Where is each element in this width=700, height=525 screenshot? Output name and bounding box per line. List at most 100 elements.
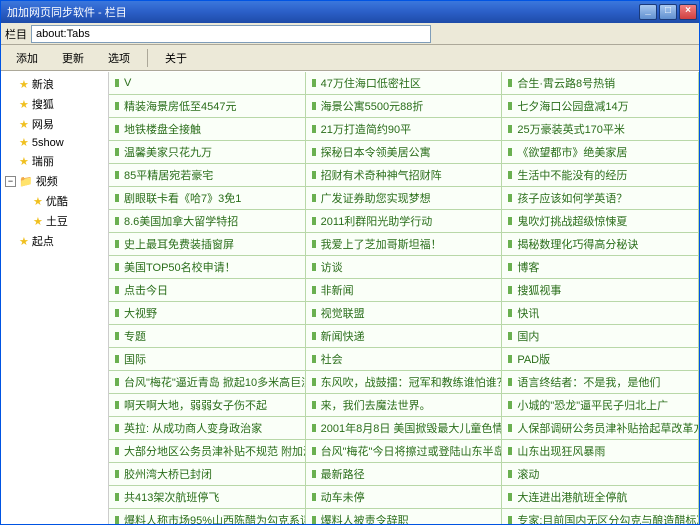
bullet-icon	[312, 424, 316, 432]
headline-cell[interactable]: 专题	[109, 325, 306, 348]
headline-cell[interactable]: 剧眼联卡看《哈7》3免1	[109, 187, 306, 210]
headline-cell[interactable]: 小城的"恐龙"逼平民子归北上广	[502, 394, 699, 417]
headline-text: 非新闻	[321, 282, 354, 298]
headline-cell[interactable]: 语言终结者：不是我，是他们	[502, 371, 699, 394]
headline-cell[interactable]: 2001年8月8日 美国掀毁最大儿童色情网站	[306, 417, 503, 440]
headline-cell[interactable]: 台风"梅花"逼近青岛 掀起10多米高巨浪	[109, 371, 306, 394]
headline-cell[interactable]: 啊天啊大地，弱弱女子伤不起	[109, 394, 306, 417]
sidebar-item-1[interactable]: ★搜狐	[3, 94, 106, 114]
headline-cell[interactable]: 合生·霄云路8号热销	[502, 72, 699, 95]
headline-cell[interactable]: 胶州湾大桥已封闭	[109, 463, 306, 486]
headline-cell[interactable]: 社会	[306, 348, 503, 371]
headline-cell[interactable]: 海景公寓5500元88折	[306, 95, 503, 118]
sidebar-item-6[interactable]: ★优酷	[3, 191, 106, 211]
headline-cell[interactable]: 生活中不能没有的经历	[502, 164, 699, 187]
bullet-icon	[115, 286, 119, 294]
headline-cell[interactable]: 专家:目前国内无区分勾克与酿造醋标准	[502, 509, 699, 524]
headline-cell[interactable]: 大视野	[109, 302, 306, 325]
tree-toggle-icon[interactable]: −	[5, 176, 16, 187]
bullet-icon	[115, 424, 119, 432]
headline-cell[interactable]: 访谈	[306, 256, 503, 279]
headline-grid: V 47万住海口低密社区 合生·霄云路8号热销精装海景房低至4547元海景公寓550…	[109, 72, 699, 524]
headline-cell[interactable]: 来，我们去魔法世界。	[306, 394, 503, 417]
headline-cell[interactable]: 国内	[502, 325, 699, 348]
headline-text: 47万住海口低密社区	[321, 75, 421, 91]
headline-text: 鬼吹灯挑战超级惊悚夏	[517, 213, 627, 229]
headline-cell[interactable]: 我爱上了芝加哥斯坦福！	[306, 233, 503, 256]
bullet-icon	[312, 332, 316, 340]
headline-cell[interactable]: 精装海景房低至4547元	[109, 95, 306, 118]
headline-cell[interactable]: 2011利群阳光助学行动	[306, 210, 503, 233]
headline-cell[interactable]: 人保部调研公务员津补贴拾起草改革方案	[502, 417, 699, 440]
sidebar-item-8[interactable]: ★起点	[3, 231, 106, 251]
bullet-icon	[508, 332, 512, 340]
bullet-icon	[115, 148, 119, 156]
headline-cell[interactable]: 鬼吹灯挑战超级惊悚夏	[502, 210, 699, 233]
headline-cell[interactable]: 大连进出港航班全停航	[502, 486, 699, 509]
headline-cell[interactable]: PAD版	[502, 348, 699, 371]
address-input[interactable]	[31, 25, 431, 43]
update-button[interactable]: 更新	[51, 47, 95, 69]
headline-cell[interactable]: 台风"梅花"今日将擦过或登陆山东半岛	[306, 440, 503, 463]
sidebar-item-5[interactable]: −📁视频	[3, 171, 106, 191]
headline-text: 85平精居宛若豪宅	[124, 167, 213, 183]
options-button[interactable]: 选项	[97, 47, 141, 69]
headline-cell[interactable]: 大部分地区公务员津补贴不规范 附加津补贴	[109, 440, 306, 463]
headline-cell[interactable]: 山东出现狂风暴雨	[502, 440, 699, 463]
headline-text: 快讯	[517, 305, 539, 321]
headline-cell[interactable]: 七夕海口公园盘减14万	[502, 95, 699, 118]
headline-cell[interactable]: 揭秘数理化巧得高分秘诀	[502, 233, 699, 256]
star-icon: ★	[19, 118, 29, 131]
headline-cell[interactable]: 《欲望都市》绝美家居	[502, 141, 699, 164]
headline-cell[interactable]: 85平精居宛若豪宅	[109, 164, 306, 187]
bullet-icon	[312, 493, 316, 501]
bullet-icon	[115, 309, 119, 317]
headline-cell[interactable]: 史上最耳免费装插窗屏	[109, 233, 306, 256]
sidebar-item-0[interactable]: ★新浪	[3, 74, 106, 94]
headline-cell[interactable]: 8.6美国加拿大留学特招	[109, 210, 306, 233]
headline-cell[interactable]: 最新路径	[306, 463, 503, 486]
sidebar-item-4[interactable]: ★瑞丽	[3, 151, 106, 171]
headline-cell[interactable]: 博客	[502, 256, 699, 279]
headline-cell[interactable]: 温馨美家只花九万	[109, 141, 306, 164]
headline-cell[interactable]: 新闻快递	[306, 325, 503, 348]
headline-cell[interactable]: 探秘日本令领美居公寓	[306, 141, 503, 164]
headline-cell[interactable]: 美国TOP50名校申请！	[109, 256, 306, 279]
minimize-button[interactable]: _	[639, 4, 657, 20]
sidebar-item-7[interactable]: ★土豆	[3, 211, 106, 231]
bullet-icon	[115, 447, 119, 455]
headline-cell[interactable]: 英拉: 从成功商人变身政治家	[109, 417, 306, 440]
headline-cell[interactable]: 点击今日	[109, 279, 306, 302]
headline-cell[interactable]: 爆料人称市场95%山西陈醋为勾克系误读	[109, 509, 306, 524]
about-button[interactable]: 关于	[154, 47, 198, 69]
headline-cell[interactable]: 搜狐视事	[502, 279, 699, 302]
headline-cell[interactable]: 招财有术奇种神气招财阵	[306, 164, 503, 187]
headline-cell[interactable]: 25万豪装英式170平米	[502, 118, 699, 141]
headline-cell[interactable]: 视觉联盟	[306, 302, 503, 325]
headline-cell[interactable]: 47万住海口低密社区	[306, 72, 503, 95]
bullet-icon	[115, 401, 119, 409]
maximize-button[interactable]: □	[659, 4, 677, 20]
bullet-icon	[115, 355, 119, 363]
toolbar: 添加 更新 选项 关于	[1, 45, 699, 71]
close-button[interactable]: ×	[679, 4, 697, 20]
headline-cell[interactable]: 广发证券助您实现梦想	[306, 187, 503, 210]
headline-cell[interactable]: 国际	[109, 348, 306, 371]
headline-text: 专题	[124, 328, 146, 344]
headline-cell[interactable]: 21万打造简约90平	[306, 118, 503, 141]
headline-cell[interactable]: 东风吹，战鼓擂：冠军和教练谁怕谁？	[306, 371, 503, 394]
sidebar-item-3[interactable]: ★5show	[3, 134, 106, 151]
sidebar-item-2[interactable]: ★网易	[3, 114, 106, 134]
headline-cell[interactable]: 孩子应该如何学英语？	[502, 187, 699, 210]
headline-cell[interactable]: 非新闻	[306, 279, 503, 302]
headline-text: 博客	[517, 259, 539, 275]
add-button[interactable]: 添加	[5, 47, 49, 69]
headline-cell[interactable]: 快讯	[502, 302, 699, 325]
headline-cell[interactable]: 共413架次航班停飞	[109, 486, 306, 509]
headline-cell[interactable]: V	[109, 72, 306, 95]
headline-cell[interactable]: 动车未停	[306, 486, 503, 509]
headline-cell[interactable]: 爆料人被责令辞职	[306, 509, 503, 524]
sidebar-item-label: 起点	[32, 233, 54, 249]
headline-cell[interactable]: 滚动	[502, 463, 699, 486]
headline-cell[interactable]: 地铁楼盘全接触	[109, 118, 306, 141]
